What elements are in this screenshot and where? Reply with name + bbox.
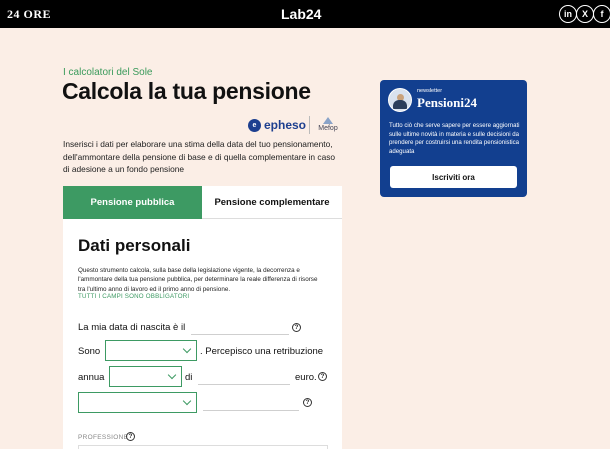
newsletter-name: Pensioni24 (417, 95, 477, 110)
calculator-card: Pensione pubblica Pensione complementare… (63, 186, 342, 449)
salary-intro-label: . Percepisco una retribuzione (200, 346, 324, 357)
facebook-icon[interactable]: f (593, 5, 610, 23)
salary-amount-field[interactable] (198, 384, 290, 385)
extra-select[interactable] (78, 392, 197, 413)
epheso-mark: e (248, 118, 261, 132)
newsletter-kicker: newsletter (417, 88, 443, 94)
tab-pensione-pubblica[interactable]: Pensione pubblica (63, 186, 202, 219)
birth-date-label: La mia data di nascita è il (78, 322, 186, 333)
intro-text: Inserisci i dati per elaborare una stima… (63, 139, 336, 174)
page-title: Calcola la tua pensione (62, 78, 311, 104)
section-title: Dati personali (78, 236, 191, 255)
lab24-logo[interactable]: Lab24 (281, 6, 321, 22)
top-bar: 24 ORE Lab24 in X f (0, 0, 610, 28)
extra-help-icon[interactable]: ? (303, 398, 312, 407)
gender-select[interactable] (105, 340, 197, 361)
extra-field[interactable] (203, 410, 299, 411)
salary-type-select[interactable] (109, 366, 182, 387)
x-icon[interactable]: X (576, 5, 594, 23)
birth-date-help-icon[interactable]: ? (292, 323, 301, 332)
chevron-down-icon (182, 344, 192, 354)
required-note: TUTTI I CAMPI SONO OBBLIGATORI (78, 293, 190, 300)
epheso-wordmark: epheso (264, 118, 307, 132)
subscribe-button[interactable]: Iscriviti ora (390, 166, 517, 188)
birth-date-field[interactable] (191, 334, 289, 335)
profession-label: PROFESSIONE (78, 434, 129, 441)
euro-label: euro. (295, 372, 317, 383)
di-label: di (185, 372, 193, 383)
section-description: Questo strumento calcola, sulla base del… (78, 267, 318, 293)
mefop-logo: Mefop (313, 117, 343, 132)
mefop-wordmark: Mefop (318, 125, 338, 132)
newsletter-avatar (388, 88, 412, 112)
chevron-down-icon (182, 396, 192, 406)
mefop-mark-icon (323, 117, 333, 124)
epheso-logo: e epheso (248, 118, 306, 132)
profession-select[interactable] (78, 445, 328, 449)
linkedin-icon[interactable]: in (559, 5, 577, 23)
chevron-down-icon (167, 370, 177, 380)
newsletter-description: Tutto ciò che serve sapere per essere ag… (389, 122, 520, 155)
newsletter-box: newsletter Pensioni24 Tutto ciò che serv… (380, 80, 527, 197)
annua-label: annua (78, 372, 105, 383)
profession-help-icon[interactable]: ? (126, 432, 135, 441)
sole24ore-logo[interactable]: 24 ORE (7, 7, 51, 22)
tab-pensione-complementare[interactable]: Pensione complementare (202, 186, 342, 219)
sponsor-divider (309, 116, 310, 134)
salary-help-icon[interactable]: ? (318, 372, 327, 381)
eyebrow-label: I calcolatori del Sole (63, 67, 153, 78)
sono-label: Sono (78, 346, 101, 357)
